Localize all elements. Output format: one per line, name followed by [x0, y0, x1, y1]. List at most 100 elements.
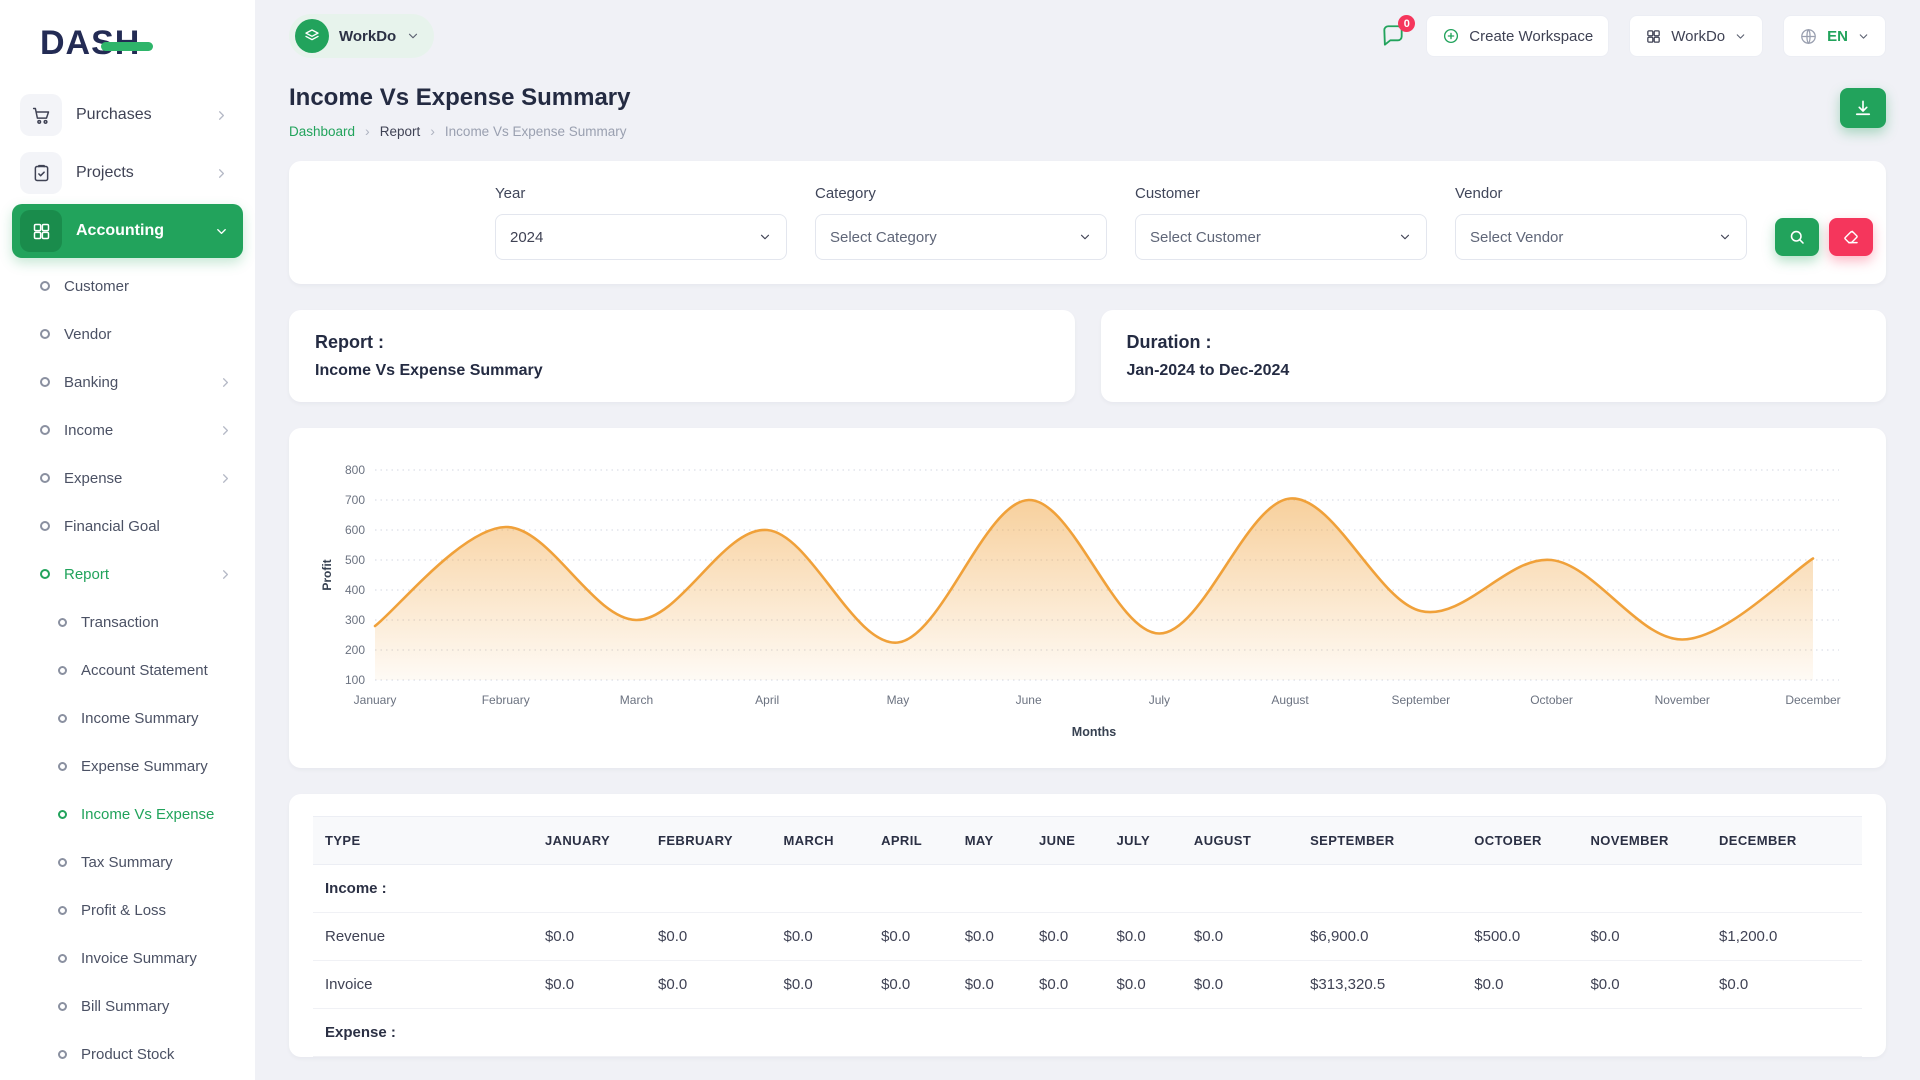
breadcrumb-dashboard[interactable]: Dashboard: [289, 124, 355, 139]
sidebar-item-expense[interactable]: Expense: [0, 454, 255, 502]
value-cell: $0.0: [646, 913, 771, 961]
sidebar-item-invoice-summary[interactable]: Invoice Summary: [0, 934, 255, 982]
create-workspace-button[interactable]: Create Workspace: [1426, 15, 1609, 57]
circle-bullet-icon: [58, 666, 67, 675]
sidebar-item-label: Account Statement: [81, 662, 233, 679]
circle-bullet-icon: [40, 377, 50, 387]
messages-button[interactable]: 0: [1380, 23, 1406, 49]
sidebar-item-income-vs-expense[interactable]: Income Vs Expense: [0, 790, 255, 838]
sidebar-item-profit-loss[interactable]: Profit & Loss: [0, 886, 255, 934]
circle-bullet-icon: [58, 762, 67, 771]
sidebar-item-label: Expense Summary: [81, 758, 233, 775]
language-selector[interactable]: EN: [1783, 15, 1886, 57]
workdo-menu-button[interactable]: WorkDo: [1629, 15, 1763, 57]
chevron-down-icon: [406, 29, 420, 43]
circle-bullet-icon: [58, 906, 67, 915]
sidebar-item-expense-summary[interactable]: Expense Summary: [0, 742, 255, 790]
svg-text:500: 500: [345, 553, 365, 567]
empty-cell: [869, 1009, 953, 1057]
empty-cell: [1104, 1009, 1181, 1057]
value-cell: $500.0: [1462, 913, 1578, 961]
sidebar-item-label: Banking: [64, 374, 218, 391]
workspace-switcher[interactable]: WorkDo: [289, 14, 434, 58]
circle-bullet-icon: [40, 569, 50, 579]
chevron-right-icon: [218, 471, 233, 486]
sidebar-item-bill-summary[interactable]: Bill Summary: [0, 982, 255, 1030]
eraser-icon: [1842, 228, 1860, 246]
empty-cell: [1462, 865, 1578, 913]
breadcrumb-separator: ›: [430, 123, 435, 139]
sidebar-item-label: Report: [64, 566, 218, 583]
messages-badge: 0: [1398, 15, 1415, 32]
sidebar-item-income-summary[interactable]: Income Summary: [0, 694, 255, 742]
sidebar-item-transaction[interactable]: Transaction: [0, 598, 255, 646]
section-label: Expense :: [313, 1009, 533, 1057]
value-cell: $0.0: [1182, 913, 1298, 961]
empty-cell: [869, 865, 953, 913]
svg-text:December: December: [1785, 693, 1840, 707]
column-header-april: APRIL: [869, 817, 953, 865]
svg-text:May: May: [887, 693, 910, 707]
app-logo[interactable]: DASH: [0, 18, 255, 84]
customer-select[interactable]: Select Customer: [1135, 214, 1427, 260]
chevron-right-icon: [218, 423, 233, 438]
table-row-invoice: Invoice$0.0$0.0$0.0$0.0$0.0$0.0$0.0$0.0$…: [313, 961, 1862, 1009]
sidebar-item-label: Customer: [64, 278, 233, 295]
column-header-july: JULY: [1104, 817, 1181, 865]
apply-filter-button[interactable]: [1775, 218, 1819, 256]
sidebar-item-banking[interactable]: Banking: [0, 358, 255, 406]
page-title: Income Vs Expense Summary: [289, 84, 630, 112]
empty-cell: [771, 1009, 869, 1057]
sidebar-item-report[interactable]: Report: [0, 550, 255, 598]
sidebar-item-financial-goal[interactable]: Financial Goal: [0, 502, 255, 550]
sidebar-nav: PurchasesProjectsAccounting Customer Vend…: [0, 88, 255, 1080]
sidebar-item-account-statement[interactable]: Account Statement: [0, 646, 255, 694]
report-submenu: Transaction Account Statement Income Summa…: [0, 598, 255, 1080]
sidebar-item-income[interactable]: Income: [0, 406, 255, 454]
column-header-type: TYPE: [313, 817, 533, 865]
svg-text:700: 700: [345, 493, 365, 507]
svg-text:October: October: [1530, 693, 1573, 707]
workspace-name: WorkDo: [339, 28, 396, 45]
chart-card: 100200300400500600700800JanuaryFebruaryM…: [289, 428, 1886, 768]
empty-cell: [1707, 1009, 1862, 1057]
chevron-down-icon: [214, 224, 229, 239]
chevron-down-icon: [1734, 30, 1747, 43]
sidebar-item-tax-summary[interactable]: Tax Summary: [0, 838, 255, 886]
plus-circle-icon: [1442, 27, 1460, 45]
sidebar-item-projects[interactable]: Projects: [12, 146, 243, 200]
sidebar-item-label: Profit & Loss: [81, 902, 233, 919]
reset-filter-button[interactable]: [1829, 218, 1873, 256]
chevron-right-icon: [218, 567, 233, 582]
filter-category: Category Select Category: [815, 185, 1107, 260]
svg-text:June: June: [1016, 693, 1042, 707]
column-header-november: NOVEMBER: [1578, 817, 1707, 865]
create-workspace-label: Create Workspace: [1469, 28, 1593, 45]
report-table-card: TYPEJANUARYFEBRUARYMARCHAPRILMAYJUNEJULY…: [289, 794, 1886, 1057]
svg-text:200: 200: [345, 643, 365, 657]
empty-cell: [533, 865, 646, 913]
chevron-down-icon: [758, 230, 772, 244]
row-type: Invoice: [313, 961, 533, 1009]
category-select-value: Select Category: [830, 229, 937, 246]
sidebar-item-label: Income: [64, 422, 218, 439]
summary-cards: Report : Income Vs Expense Summary Durat…: [289, 310, 1886, 402]
value-cell: $0.0: [953, 913, 1027, 961]
filter-year: Year 2024: [495, 185, 787, 260]
svg-text:Months: Months: [1072, 725, 1116, 739]
vendor-select[interactable]: Select Vendor: [1455, 214, 1747, 260]
year-select[interactable]: 2024: [495, 214, 787, 260]
sidebar-item-accounting[interactable]: Accounting: [12, 204, 243, 258]
filter-actions: [1775, 218, 1873, 260]
download-button[interactable]: [1840, 88, 1886, 128]
value-cell: $0.0: [1578, 913, 1707, 961]
sidebar-item-product-stock[interactable]: Product Stock: [0, 1030, 255, 1078]
year-label: Year: [495, 185, 787, 202]
sidebar-item-vendor[interactable]: Vendor: [0, 310, 255, 358]
grid-icon: [1645, 28, 1662, 45]
sidebar-item-purchases[interactable]: Purchases: [12, 88, 243, 142]
sidebar-item-customer[interactable]: Customer: [0, 262, 255, 310]
column-header-june: JUNE: [1027, 817, 1104, 865]
table-section-row: Income :: [313, 865, 1862, 913]
category-select[interactable]: Select Category: [815, 214, 1107, 260]
